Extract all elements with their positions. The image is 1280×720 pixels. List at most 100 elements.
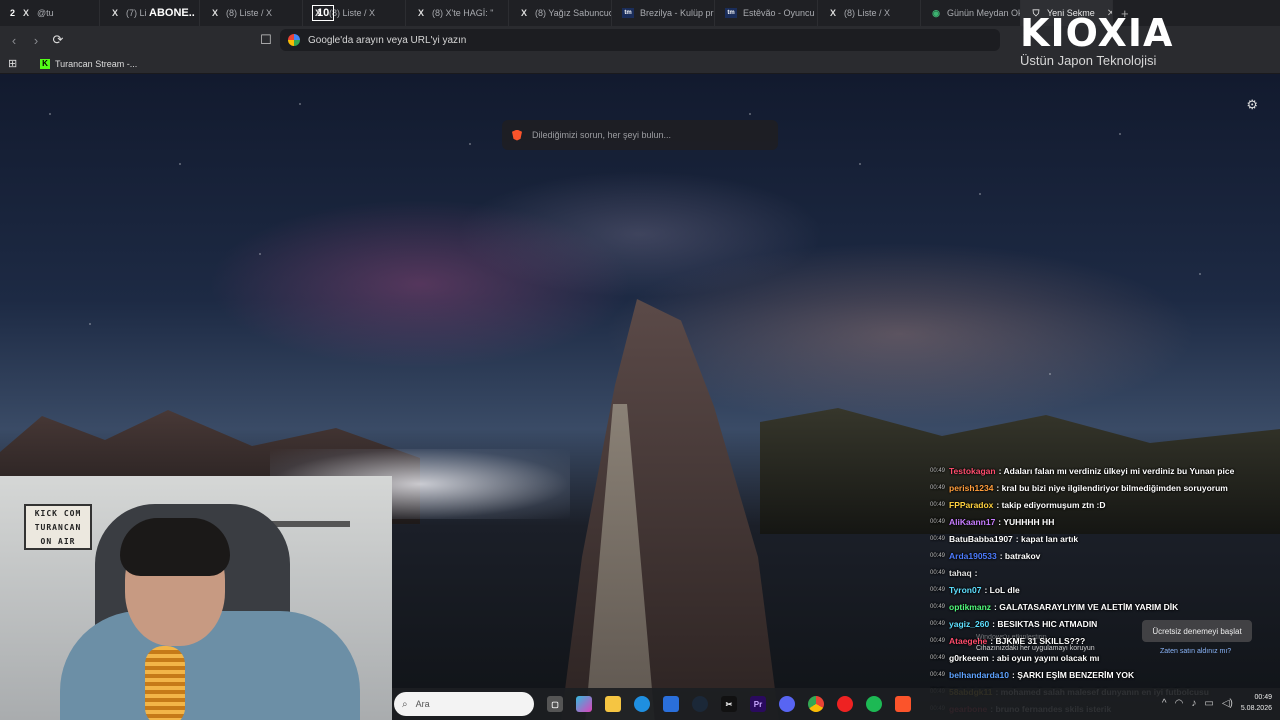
edge-icon[interactable]	[634, 696, 650, 712]
discord-icon[interactable]	[779, 696, 795, 712]
chat-message: 00:49 Testokagan: Adaları falan mı verdin…	[930, 462, 1280, 479]
browser-tab[interactable]: X (8) X'te HAGİ: "	[406, 0, 509, 26]
tab-label: (8) Liste / X	[226, 8, 273, 18]
chat-message: 00:49 AliKaann17: YUHHHH HH	[930, 513, 1280, 530]
tab-label: (7) Li	[126, 8, 147, 18]
back-button[interactable]: ‹	[4, 30, 24, 50]
task-view-icon[interactable]: ▢	[547, 696, 563, 712]
network-icon[interactable]: ◠	[1175, 698, 1184, 709]
chat-username: tahaq	[949, 567, 972, 578]
capcut-icon[interactable]: ✂	[721, 696, 737, 712]
x-icon: X	[211, 8, 218, 18]
chat-time: 00:49	[930, 484, 946, 491]
tab-label: Estêvão - Oyuncu p	[743, 8, 818, 18]
forward-button[interactable]: ›	[26, 30, 46, 50]
chat-time: 00:49	[930, 501, 946, 508]
browser-tab[interactable]: ◉ Günün Meydan Oku	[921, 0, 1021, 26]
tm-icon: tm	[622, 8, 634, 18]
chat-text: : Adaları falan mı verdiniz ülkeyi mi ve…	[998, 465, 1235, 476]
chat-text: : batrakov	[999, 550, 1041, 561]
x-icon: X	[417, 8, 424, 18]
brave-taskbar-icon[interactable]	[895, 696, 911, 712]
apps-icon[interactable]: ⊞	[8, 57, 17, 70]
bookmark-label: Turancan Stream -...	[55, 58, 138, 69]
clock-time: 00:49	[1254, 694, 1272, 701]
monitor-icon[interactable]: ▭	[1204, 698, 1213, 709]
google-icon	[288, 34, 300, 46]
windows-activation-note: Windows'u etkinleştirin Cihazınızdaki he…	[976, 632, 1095, 654]
start-trial-button[interactable]: Ücretsiz denemeyi başlat	[1142, 620, 1252, 642]
kioxia-tagline: Üstün Japon Teknolojisi	[1020, 53, 1157, 68]
taskbar-search[interactable]: ⌕ Ara	[394, 692, 534, 716]
chat-text: : ŞARKI EŞİM BENZERİM YOK	[1012, 669, 1135, 680]
premiere-icon[interactable]: Pr	[750, 696, 766, 712]
chat-text: : kral bu bizi niye ilgilendiriyor bilme…	[996, 482, 1228, 493]
chat-username: Arda190533	[949, 550, 997, 561]
chat-overlay: 00:49 Testokagan: Adaları falan mı verdin…	[930, 462, 1280, 720]
store-icon[interactable]	[663, 696, 679, 712]
copilot-icon[interactable]	[576, 696, 592, 712]
reload-button[interactable]: ⟳	[48, 30, 68, 50]
chat-text: : kapat lan artık	[1015, 533, 1079, 544]
activation-line2: Cihazınızdaki her uygulamayı koruyun	[976, 645, 1095, 652]
address-bar[interactable]: Google'da arayın veya URL'yi yazın	[280, 29, 1000, 51]
windows-taskbar: ⌕ Ara ▢ ✂ Pr ^ ◠ ♪ ▭ ◁) 00:49 5.08.2026	[392, 688, 1280, 720]
chat-username: AliKaann17	[949, 516, 996, 527]
chat-username: optikmanz	[949, 601, 992, 612]
chrome-icon[interactable]	[808, 696, 824, 712]
chat-text: : YUHHHH HH	[998, 516, 1055, 527]
newtab-search[interactable]: Dilediğimizi sorun, her şeyi bulun...	[502, 120, 778, 150]
x-icon: X	[23, 8, 30, 18]
brave-icon	[512, 129, 522, 141]
taskbar-search-placeholder: Ara	[415, 699, 430, 709]
already-bought-link[interactable]: Zaten satın aldınız mı?	[1160, 648, 1231, 655]
chat-time: 00:49	[930, 620, 946, 627]
browser-tab[interactable]: X (8) Yağız Sabuncuo	[509, 0, 612, 26]
browser-tab[interactable]: 2 X @tu	[0, 0, 100, 26]
activation-line1: Windows'u etkinleştirin	[976, 634, 1047, 641]
chat-message: 00:49 Tyron07: LoL dle	[930, 581, 1280, 598]
steam-icon[interactable]	[692, 696, 708, 712]
taskbar-clock[interactable]: 00:49 5.08.2026	[1241, 692, 1272, 714]
browser-tab[interactable]: tm Brezilya - Kulüp pr	[612, 0, 715, 26]
chat-message: 00:49 belhandarda10: ŞARKI EŞİM BENZERİM …	[930, 666, 1280, 683]
browser-tab[interactable]: tm Estêvão - Oyuncu p	[715, 0, 818, 26]
chat-message: 00:49 FPParadox: takip ediyormuşum ztn :D	[930, 496, 1280, 513]
chat-message: 00:49 BatuBabba1907: kapat lan artık	[930, 530, 1280, 547]
chevron-up-icon[interactable]: ^	[1162, 698, 1167, 709]
tab-label: (8) Liste / X	[329, 8, 376, 18]
chat-username: BatuBabba1907	[949, 533, 1013, 544]
tab-badge: 2	[10, 8, 16, 18]
streamer-hair	[120, 518, 230, 576]
sign-line: KICK COM	[34, 508, 82, 518]
chat-username: yagiz_260	[949, 618, 990, 629]
chat-text: : LoL dle	[984, 584, 1020, 595]
count-overlay: 10	[312, 5, 335, 21]
tab-label: (8) Yağız Sabuncuo	[535, 8, 612, 18]
chat-time: 00:49	[930, 637, 946, 644]
tab-label: (8) Liste / X	[844, 8, 891, 18]
kioxia-logo: KIOXIA	[1020, 11, 1174, 55]
browser-tab[interactable]: X (8) Liste / X	[818, 0, 921, 26]
bookmark-turancan[interactable]: K Turancan Stream -...	[40, 58, 138, 69]
bookmark-icon[interactable]: ☐	[256, 30, 276, 50]
chat-username: Tyron07	[949, 584, 982, 595]
globe-icon: ◉	[932, 7, 940, 18]
tab-label: Günün Meydan Oku	[947, 8, 1021, 18]
browser-tab[interactable]: X (8) Liste / X	[200, 0, 303, 26]
kick-icon: K	[40, 58, 50, 69]
chat-username: FPParadox	[949, 499, 994, 510]
chat-username: belhandarda10	[949, 669, 1009, 680]
chat-username: perish1234	[949, 482, 994, 493]
sign-line: ON AIR	[40, 536, 76, 546]
chat-time: 00:49	[930, 552, 946, 559]
app-red-icon[interactable]	[837, 696, 853, 712]
volume-icon[interactable]: ◁)	[1222, 698, 1233, 709]
spotify-icon[interactable]	[866, 696, 882, 712]
mic-icon[interactable]: ♪	[1191, 698, 1196, 709]
chat-time: 00:49	[930, 518, 946, 525]
chat-username: g0rkeeem	[949, 652, 989, 663]
file-explorer-icon[interactable]	[605, 696, 621, 712]
chat-text: : GALATASARAYLIYIM VE ALETİM YARIM DİK	[994, 601, 1179, 612]
settings-gear-icon[interactable]: ⚙	[1246, 97, 1258, 113]
